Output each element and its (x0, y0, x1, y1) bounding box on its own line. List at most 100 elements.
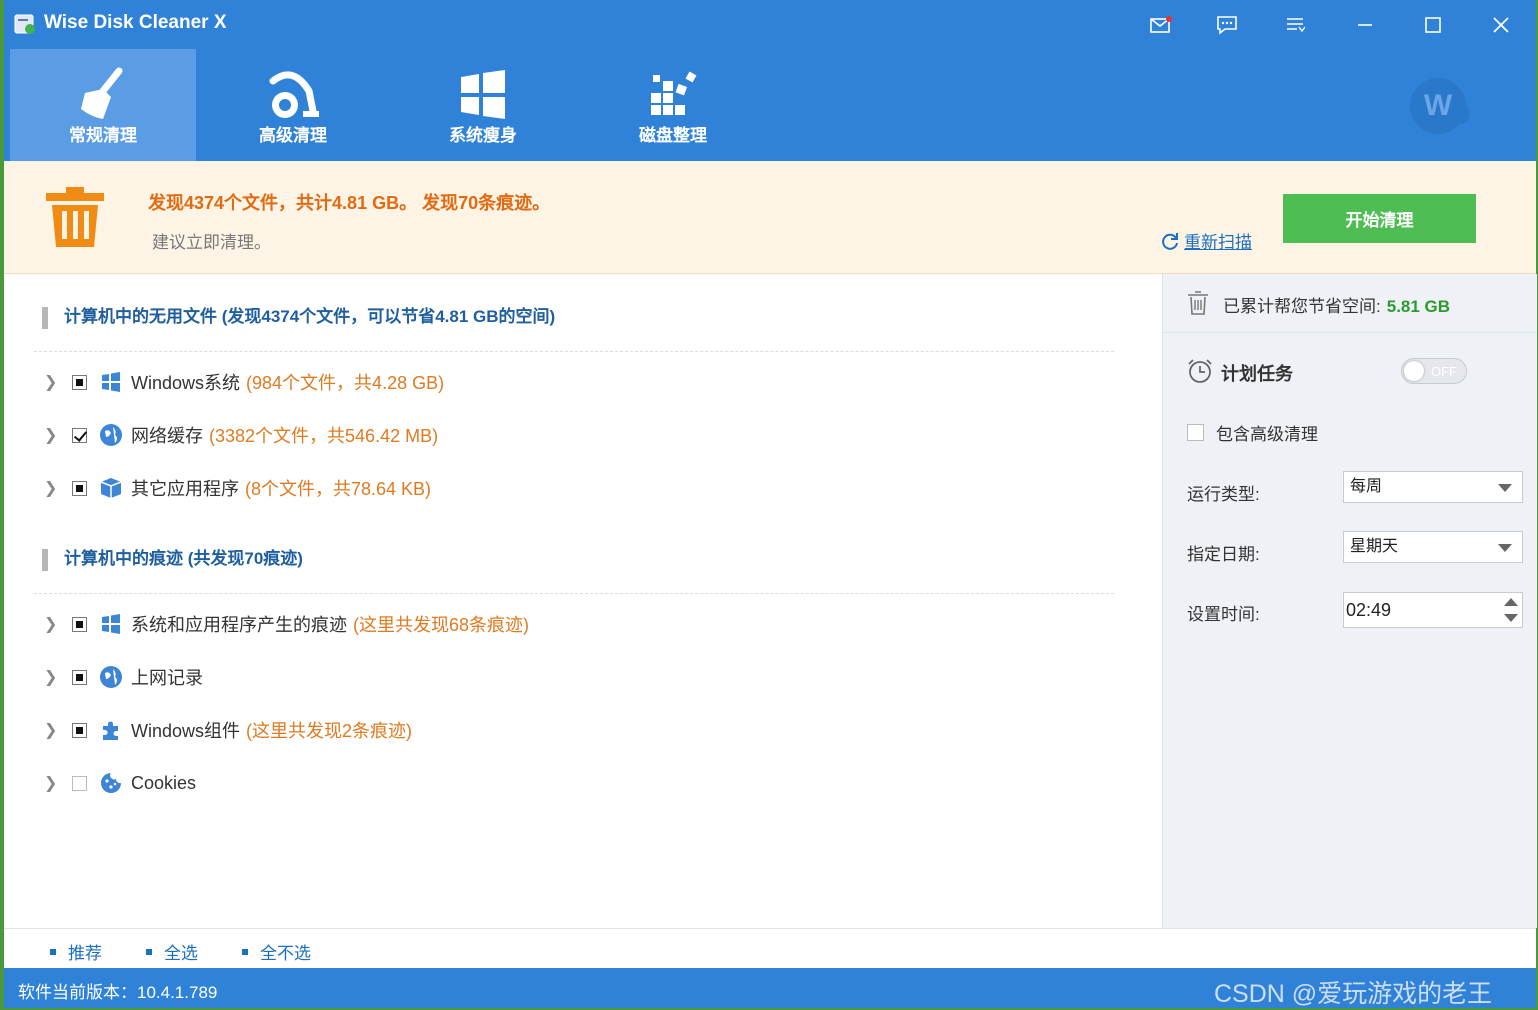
chevron-right-icon[interactable]: ❯ (44, 614, 58, 634)
run-type-select[interactable]: 每周 (1343, 471, 1523, 503)
app-logo-icon (14, 14, 35, 34)
schedule-toggle[interactable]: OFF (1401, 358, 1467, 384)
item-label: 其它应用程序 (131, 479, 239, 499)
scan-suggestion-text: 建议立即清理。 (152, 233, 271, 252)
select-none-link[interactable]: 全不选 (242, 939, 311, 964)
time-label: 设置时间: (1187, 605, 1260, 624)
chevron-right-icon[interactable]: ❯ (44, 478, 58, 498)
item-label: 上网记录 (131, 668, 203, 688)
section-header-traces: 计算机中的痕迹 (共发现70痕迹) (42, 544, 303, 571)
item-label: Windows组件 (131, 721, 241, 741)
tab-label: 系统瘦身 (449, 126, 517, 145)
item-checkbox[interactable] (72, 616, 87, 632)
list-item-browsing-history[interactable]: ❯ 上网记录 (44, 662, 209, 692)
space-saved-text: 已累计帮您节省空间: 5.81 GB (1223, 292, 1450, 317)
tab-system-slim[interactable]: 系统瘦身 (390, 49, 576, 161)
puzzle-icon (103, 721, 118, 740)
message-icon[interactable] (1146, 10, 1176, 40)
tab-disk-defrag[interactable]: 磁盘整理 (580, 49, 766, 161)
chevron-right-icon[interactable]: ❯ (44, 425, 58, 445)
cookie-icon (101, 773, 121, 793)
run-type-value: 每周 (1350, 478, 1383, 495)
item-checkbox[interactable] (72, 480, 87, 496)
trash-icon (1188, 291, 1208, 315)
include-advanced-checkbox[interactable] (1187, 424, 1204, 441)
tab-label: 磁盘整理 (639, 126, 707, 145)
select-none-label: 全不选 (260, 944, 311, 963)
select-all-link[interactable]: 全选 (146, 939, 198, 964)
include-advanced-option[interactable]: 包含高级清理 (1187, 420, 1318, 445)
tab-advanced-clean[interactable]: 高级清理 (200, 49, 386, 161)
recommend-label: 推荐 (68, 944, 102, 963)
windows-icon (102, 614, 120, 634)
schedule-panel: 已累计帮您节省空间: 5.81 GB 计划任务 OFF 包含高级清理 运行类型: … (1162, 274, 1537, 928)
title-nav-bar: Wise Disk Cleaner X 常规清理 高级清理 系统瘦身 磁盘整理 … (4, 0, 1536, 161)
rescan-label: 重新扫描 (1184, 233, 1252, 252)
chevron-right-icon[interactable]: ❯ (44, 372, 58, 392)
list-item-windows-system[interactable]: ❯ Windows系统 (984个文件，共4.28 GB) (44, 367, 444, 397)
item-checkbox[interactable] (72, 374, 87, 390)
selection-bar: 推荐 全选 全不选 (4, 928, 1536, 969)
chevron-right-icon[interactable]: ❯ (44, 773, 58, 793)
item-checkbox[interactable] (72, 669, 87, 685)
time-value: 02:49 (1346, 600, 1392, 620)
app-title: Wise Disk Cleaner X (44, 12, 227, 33)
date-value: 星期天 (1350, 538, 1399, 555)
divider (34, 593, 1114, 594)
space-saved-label: 已累计帮您节省空间: (1223, 297, 1381, 316)
divider (34, 351, 1114, 352)
globe-icon (100, 424, 122, 446)
close-icon[interactable] (1486, 10, 1516, 40)
maximize-icon[interactable] (1418, 10, 1448, 40)
toggle-knob (1404, 361, 1424, 381)
list-item-other-apps[interactable]: ❯ 其它应用程序 (8个文件，共78.64 KB) (44, 473, 431, 503)
run-type-label: 运行类型: (1187, 485, 1260, 504)
space-saved-value: 5.81 GB (1386, 297, 1451, 316)
item-detail: (这里共发现2条痕迹) (246, 721, 413, 741)
chevron-down-icon (1498, 544, 1512, 552)
list-item-windows-components[interactable]: ❯ Windows组件 (这里共发现2条痕迹) (44, 715, 412, 745)
time-spinner[interactable]: 02:49 (1343, 592, 1523, 628)
space-saved-summary: 已累计帮您节省空间: 5.81 GB (1163, 274, 1537, 333)
trash-icon (46, 187, 104, 247)
chevron-right-icon[interactable]: ❯ (44, 667, 58, 687)
feedback-icon[interactable] (1212, 10, 1242, 40)
rescan-link[interactable]: 重新扫描 (1160, 228, 1252, 253)
list-item-cookies[interactable]: ❯ Cookies (44, 768, 202, 798)
scan-result-text: 发现4374个文件，共计4.81 GB。 发现70条痕迹。 (148, 193, 551, 213)
minimize-icon[interactable] (1350, 10, 1380, 40)
scan-results-list: 计算机中的无用文件 (发现4374个文件，可以节省4.81 GB的空间) ❯ W… (4, 274, 1162, 928)
schedule-title: 计划任务 (1221, 364, 1293, 384)
vacuum-icon (269, 71, 319, 118)
section-title: 计算机中的无用文件 (发现4374个文件，可以节省4.81 GB的空间) (64, 307, 556, 326)
scan-summary-banner: 发现4374个文件，共计4.81 GB。 发现70条痕迹。 建议立即清理。 重新… (4, 161, 1536, 274)
tab-regular-clean[interactable]: 常规清理 (10, 49, 196, 161)
status-bar: 软件当前版本：10.4.1.789 CSDN @爱玩游戏的老王 (4, 968, 1536, 1008)
item-checkbox[interactable] (72, 775, 87, 791)
toggle-label: OFF (1431, 364, 1457, 379)
tab-label: 高级清理 (259, 126, 327, 145)
bullet (146, 948, 152, 955)
item-label: Windows系统 (131, 373, 241, 393)
section-header-junk-files: 计算机中的无用文件 (发现4374个文件，可以节省4.81 GB的空间) (42, 302, 555, 329)
recommend-link[interactable]: 推荐 (50, 939, 102, 964)
spin-up-icon[interactable] (1504, 598, 1518, 606)
item-label: 系统和应用程序产生的痕迹 (131, 615, 347, 635)
item-detail: (8个文件，共78.64 KB) (245, 479, 432, 499)
start-clean-button[interactable]: 开始清理 (1283, 194, 1476, 243)
item-checkbox[interactable] (72, 427, 87, 443)
item-detail: (984个文件，共4.28 GB) (246, 373, 445, 393)
section-marker (42, 548, 48, 571)
app-window: Wise Disk Cleaner X 常规清理 高级清理 系统瘦身 磁盘整理 … (4, 0, 1537, 1008)
refresh-icon (1162, 232, 1178, 250)
spin-down-icon[interactable] (1504, 614, 1518, 622)
list-item-system-traces[interactable]: ❯ 系统和应用程序产生的痕迹 (这里共发现68条痕迹) (44, 609, 529, 639)
menu-icon[interactable] (1280, 10, 1310, 40)
list-item-network-cache[interactable]: ❯ 网络缓存 (3382个文件，共546.42 MB) (44, 420, 438, 450)
chevron-right-icon[interactable]: ❯ (44, 720, 58, 740)
date-label: 指定日期: (1187, 545, 1260, 564)
item-checkbox[interactable] (72, 722, 87, 738)
date-select[interactable]: 星期天 (1343, 531, 1523, 563)
tab-label: 常规清理 (69, 126, 137, 145)
item-label: 网络缓存 (131, 426, 203, 446)
